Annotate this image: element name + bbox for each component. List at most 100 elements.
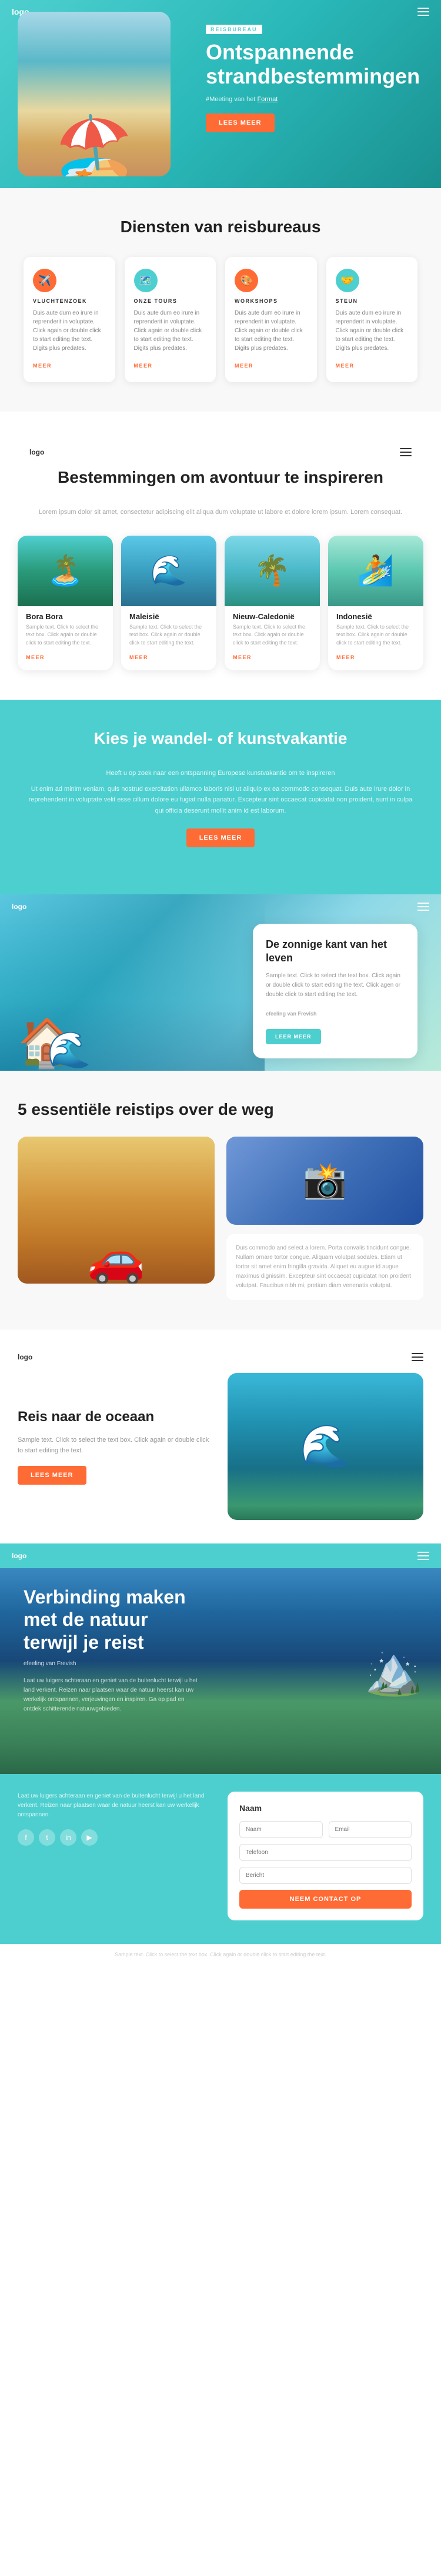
services-grid: ✈️ VLUCHTENZOEK Duis aute dum eo irure i… bbox=[24, 257, 417, 382]
service-label-1: ONZE TOURS bbox=[134, 298, 207, 304]
sunny-title: De zonnige kant van het leven bbox=[266, 938, 405, 965]
phone-input[interactable] bbox=[239, 1844, 412, 1861]
art-vacation-section: Kies je wandel- of kunstvakantie Heeft u… bbox=[0, 700, 441, 894]
tips-grid: 🚗 📸 Duis commodo and select a lorem. Por… bbox=[18, 1137, 423, 1300]
dest-card-borabora: 🏝️ Bora Bora Sample text. Click to selec… bbox=[18, 536, 113, 671]
contact-grid: Laat uw luigers achteraan en geniet van … bbox=[18, 1792, 423, 1920]
service-link-2[interactable]: MEER bbox=[235, 363, 253, 369]
dest-card-maleisie: 🌊 Maleisië Sample text. Click to select … bbox=[121, 536, 216, 671]
logo-sunny: logo bbox=[12, 903, 26, 911]
service-desc-1: Duis aute dum eo irure in reprenderit in… bbox=[134, 309, 207, 353]
destinations-grid: 🏝️ Bora Bora Sample text. Click to selec… bbox=[18, 536, 423, 671]
services-section: Diensten van reisbureaus ✈️ VLUCHTENZOEK… bbox=[0, 188, 441, 412]
tip-right-col: 📸 Duis commodo and select a lorem. Porta… bbox=[226, 1137, 423, 1300]
ocean-cta-button[interactable]: LEES MEER bbox=[18, 1466, 86, 1485]
hero-title: Ontspannende strandbestemmingen bbox=[206, 40, 417, 89]
dest-name-3: Indonesië bbox=[328, 606, 423, 623]
service-link-0[interactable]: MEER bbox=[33, 363, 52, 369]
dest-name-2: Nieuw-Caledonië bbox=[225, 606, 320, 623]
tip-text-block: Duis commodo and select a lorem. Porta c… bbox=[226, 1234, 423, 1300]
hero-cta-button[interactable]: LEES MEER bbox=[206, 113, 275, 132]
service-desc-3: Duis aute dum eo irure in reprenderit in… bbox=[336, 309, 409, 353]
service-card-workshops: 🎨 WORKSHOPS Duis aute dum eo irure in re… bbox=[225, 257, 317, 382]
sunny-section: 🏠 🌊 De zonnige kant van het leven Sample… bbox=[0, 894, 441, 1071]
facebook-icon[interactable]: f bbox=[18, 1829, 34, 1846]
tips-title: 5 essentiële reistips over de weg bbox=[18, 1100, 423, 1119]
hero-section: logo 🏖️ REISBUREAU Ontspannende strandbe… bbox=[0, 0, 441, 188]
dest-link-3[interactable]: MEER bbox=[328, 654, 355, 660]
service-label-0: VLUCHTENZOEK bbox=[33, 298, 106, 304]
tip-image-left: 🚗 bbox=[18, 1137, 215, 1284]
contact-section: Laat uw luigers achteraan en geniet van … bbox=[0, 1774, 441, 1944]
menu-button-sunny[interactable] bbox=[417, 903, 429, 911]
form-name-email-row bbox=[239, 1821, 412, 1838]
contact-left: Laat uw luigers achteraan en geniet van … bbox=[18, 1792, 213, 1846]
art-cta-button[interactable]: LEES MEER bbox=[186, 828, 255, 847]
submit-button[interactable]: NEEM CONTACT OP bbox=[239, 1890, 412, 1909]
service-link-3[interactable]: MEER bbox=[336, 363, 355, 369]
nature-nav: logo bbox=[0, 1543, 441, 1568]
menu-button-destinations[interactable] bbox=[400, 448, 412, 456]
service-desc-0: Duis aute dum eo irure in reprenderit in… bbox=[33, 309, 106, 353]
service-card-steun: 🤝 STEUN Duis aute dum eo irure in repren… bbox=[326, 257, 418, 382]
workshops-icon: 🎨 bbox=[235, 269, 258, 292]
sunny-cta-button[interactable]: LEER MEER bbox=[266, 1029, 321, 1044]
art-intro: Heeft u op zoek naar een ontspanning Eur… bbox=[24, 769, 417, 779]
nature-title: Verbinding maken met de natuur terwijl j… bbox=[24, 1586, 200, 1653]
ocean-desc: Sample text. Click to select the text bo… bbox=[18, 1435, 213, 1456]
instagram-icon[interactable]: in bbox=[60, 1829, 76, 1846]
ocean-content: Reis naar de oceaan Sample text. Click t… bbox=[18, 1373, 423, 1520]
name-input[interactable] bbox=[239, 1821, 323, 1838]
destinations-subtitle: Lorem ipsum dolor sit amet, consectetur … bbox=[18, 507, 423, 518]
footer: Sample text. Click to select the text bo… bbox=[0, 1944, 441, 1964]
logo-nature: logo bbox=[12, 1552, 26, 1560]
footer-text: Sample text. Click to select the text bo… bbox=[115, 1952, 326, 1957]
art-title: Kies je wandel- of kunstvakantie bbox=[24, 729, 417, 748]
tip-image-right: 📸 bbox=[226, 1137, 423, 1225]
tips-body: Duis commodo and select a lorem. Porta c… bbox=[236, 1244, 414, 1291]
hero-subtitle: #Meeting van het Format bbox=[206, 96, 417, 103]
social-icons: f t in ▶ bbox=[18, 1829, 213, 1846]
dest-name-1: Maleisië bbox=[121, 606, 216, 623]
dest-desc-1: Sample text. Click to select the text bo… bbox=[121, 623, 216, 647]
hero-content: REISBUREAU Ontspannende strandbestemming… bbox=[206, 24, 417, 132]
destinations-title: Bestemmingen om avontuur te inspireren bbox=[18, 468, 423, 487]
sunny-desc: Sample text. Click to select the text bo… bbox=[266, 971, 405, 1000]
menu-button-nature[interactable] bbox=[417, 1552, 429, 1560]
nature-desc: Laat uw luigers achteraan en geniet van … bbox=[24, 1676, 200, 1714]
dest-name-0: Bora Bora bbox=[18, 606, 113, 623]
tips-section: 5 essentiële reistips over de weg 🚗 📸 Du… bbox=[0, 1071, 441, 1329]
message-input[interactable] bbox=[239, 1867, 412, 1884]
flight-icon: ✈️ bbox=[33, 269, 56, 292]
sunny-card: De zonnige kant van het leven Sample tex… bbox=[253, 924, 417, 1058]
hero-badge: REISBUREAU bbox=[206, 25, 262, 34]
service-card-vluchtenzoek: ✈️ VLUCHTENZOEK Duis aute dum eo irure i… bbox=[24, 257, 115, 382]
support-icon: 🤝 bbox=[336, 269, 359, 292]
nature-subtitle: efeeling van Frevish bbox=[24, 1660, 200, 1667]
ocean-image: 🌊 bbox=[228, 1373, 423, 1520]
youtube-icon[interactable]: ▶ bbox=[81, 1829, 98, 1846]
dest-desc-0: Sample text. Click to select the text bo… bbox=[18, 623, 113, 647]
art-body: Ut enim ad minim veniam, quis nostrud ex… bbox=[24, 784, 417, 817]
service-desc-2: Duis aute dum eo irure in reprenderit in… bbox=[235, 309, 308, 353]
ocean-title: Reis naar de oceaan bbox=[18, 1408, 213, 1426]
dest-link-1[interactable]: MEER bbox=[121, 654, 148, 660]
twitter-icon[interactable]: t bbox=[39, 1829, 55, 1846]
service-card-tours: 🗺️ ONZE TOURS Duis aute dum eo irure in … bbox=[125, 257, 216, 382]
sunny-subtitle: efeeling van Frevish bbox=[266, 1011, 317, 1017]
destinations-section: logo Bestemmingen om avontuur te inspire… bbox=[0, 412, 441, 700]
tours-icon: 🗺️ bbox=[134, 269, 158, 292]
menu-button[interactable] bbox=[417, 8, 429, 16]
service-link-1[interactable]: MEER bbox=[134, 363, 153, 369]
ocean-text: Reis naar de oceaan Sample text. Click t… bbox=[18, 1408, 213, 1485]
nature-section: logo 🏔️ Verbinding maken met de natuur t… bbox=[0, 1543, 441, 1944]
service-label-3: STEUN bbox=[336, 298, 409, 304]
dest-card-caledonje: 🌴 Nieuw-Caledonië Sample text. Click to … bbox=[225, 536, 320, 671]
menu-button-ocean[interactable] bbox=[412, 1353, 423, 1361]
dest-link-0[interactable]: MEER bbox=[18, 654, 45, 660]
hero-image: 🏖️ bbox=[18, 12, 171, 176]
logo-destinations: logo bbox=[29, 448, 44, 456]
dest-link-2[interactable]: MEER bbox=[225, 654, 252, 660]
nature-hero: 🏔️ Verbinding maken met de natuur terwij… bbox=[0, 1568, 441, 1774]
email-input[interactable] bbox=[329, 1821, 412, 1838]
